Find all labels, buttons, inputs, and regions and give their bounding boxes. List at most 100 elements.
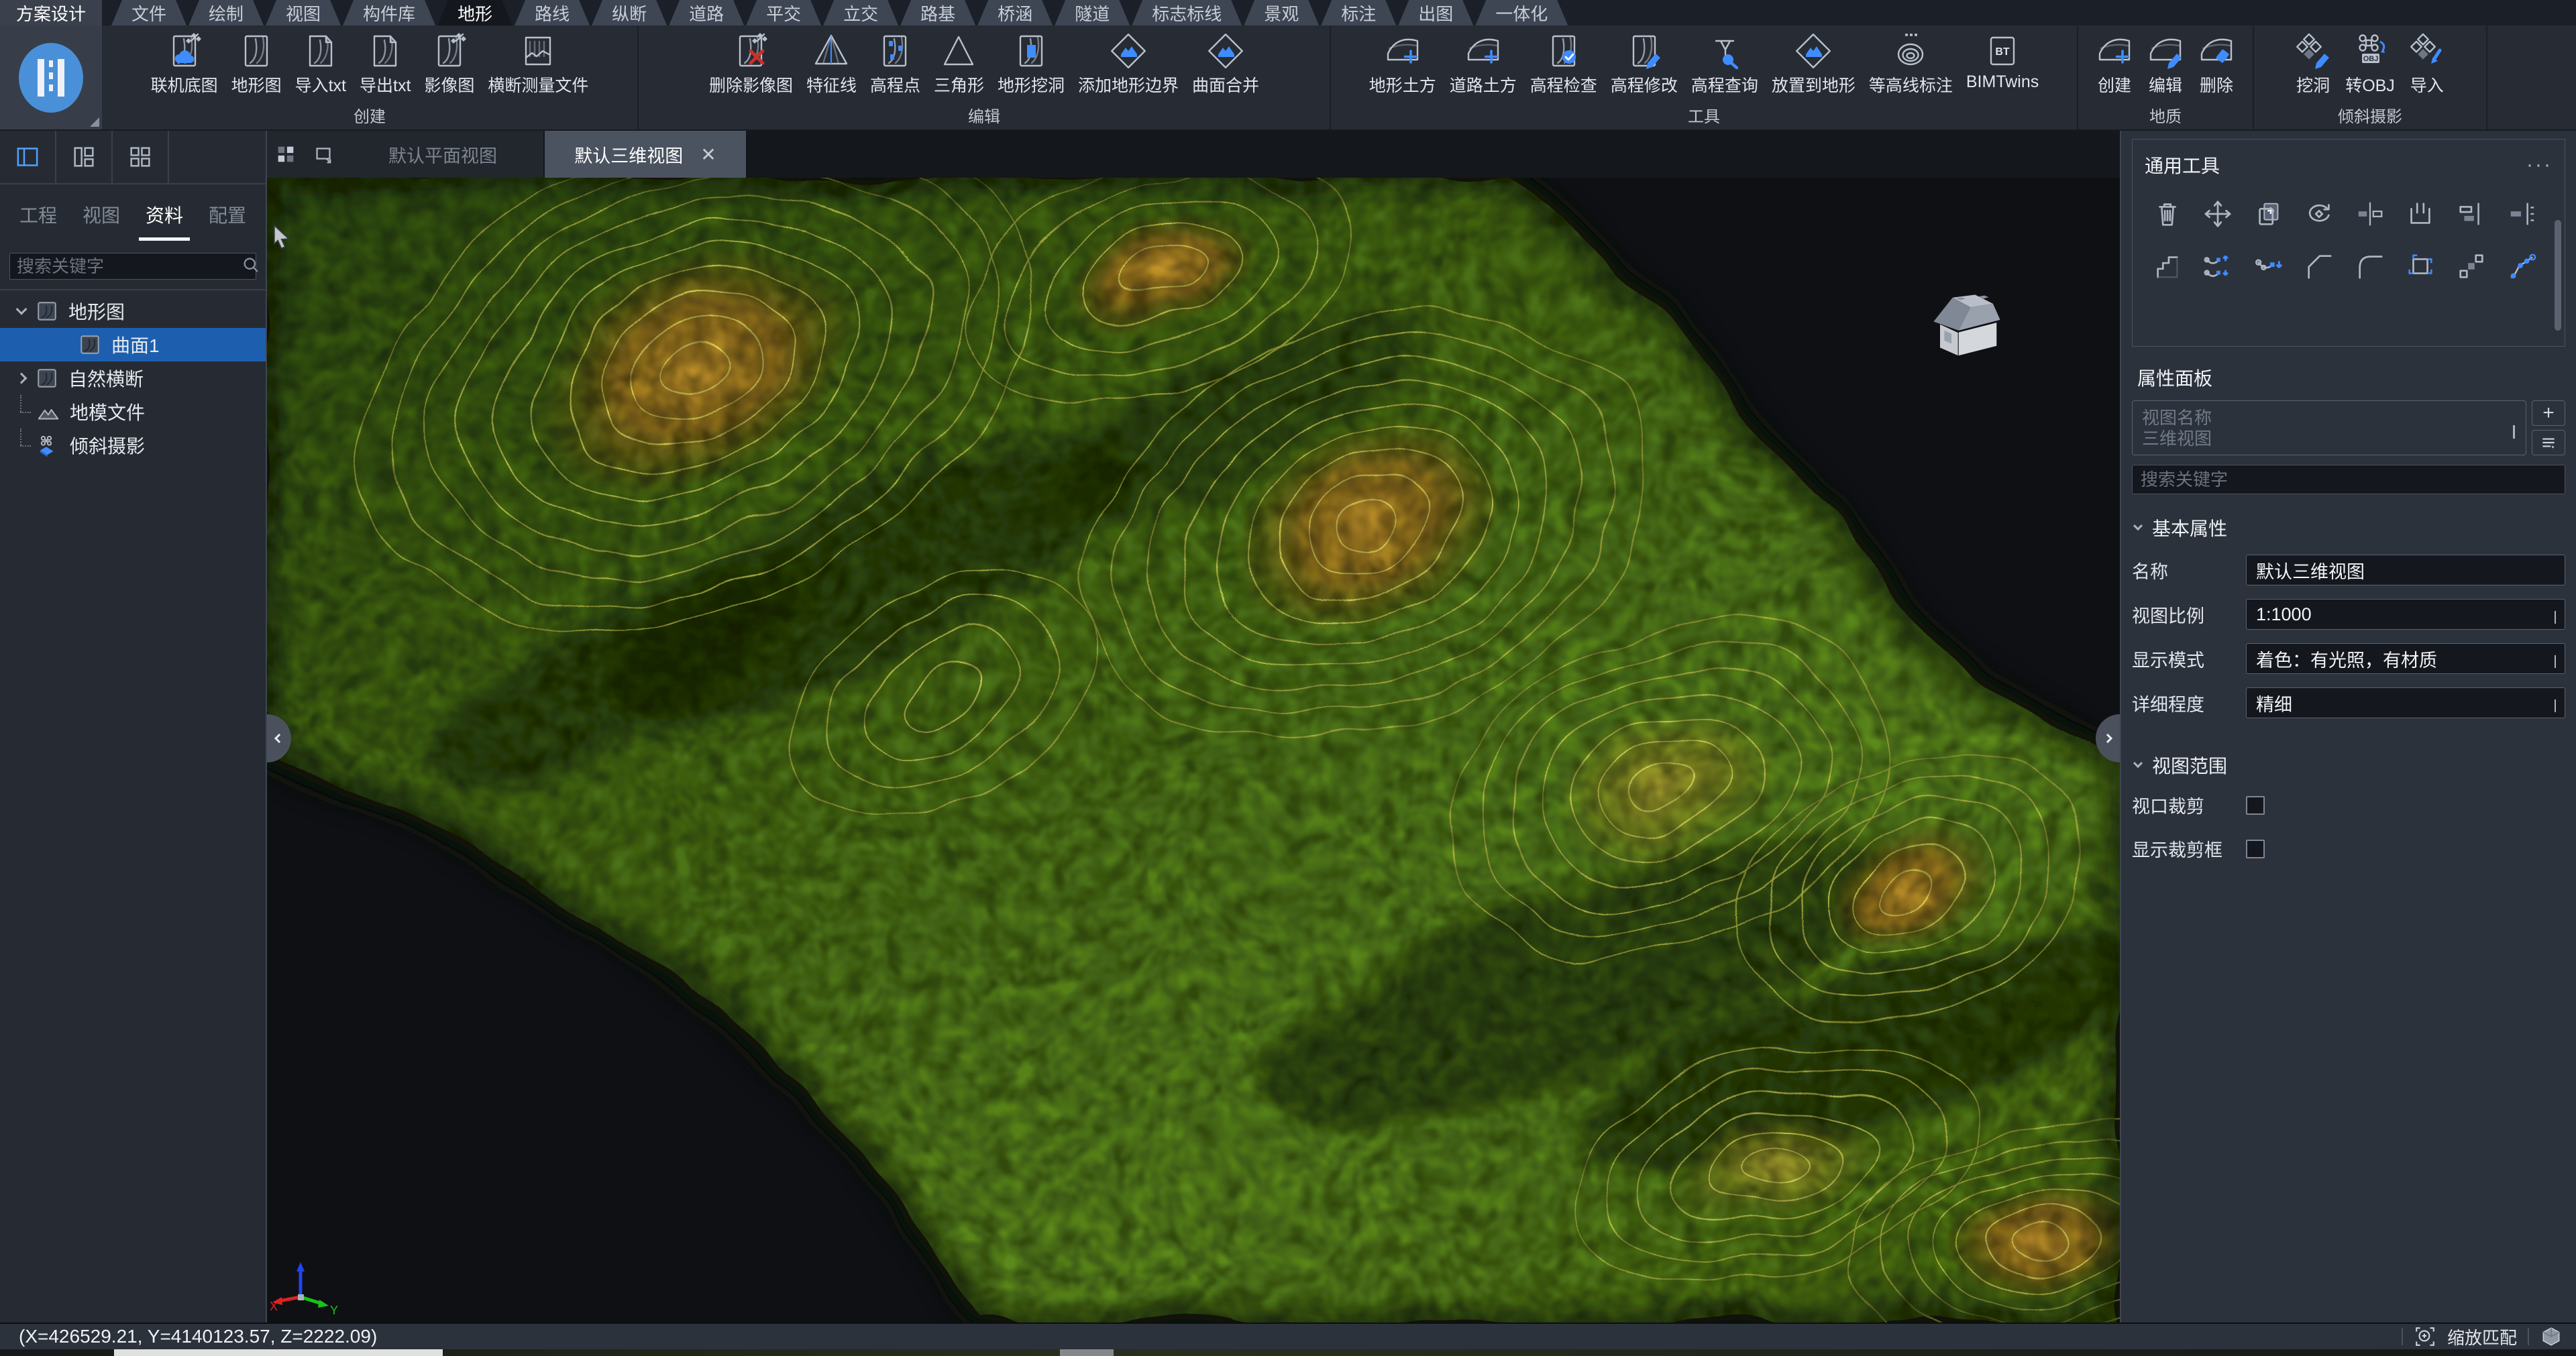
layout-button-grid[interactable] <box>113 131 169 183</box>
layout-button-panel-left[interactable] <box>0 131 56 183</box>
view-tab-默认三维视图[interactable]: 默认三维视图✕ <box>545 131 747 178</box>
app-logo-button[interactable] <box>0 25 102 129</box>
close-icon[interactable]: ✕ <box>700 144 716 166</box>
ribbon-button-特征线[interactable]: 特征线 <box>800 31 863 98</box>
ribbon-button-地形挖洞[interactable]: 地形挖洞 <box>991 31 1071 98</box>
tree-item-自然横断[interactable]: 自然横断 <box>0 361 266 395</box>
ribbon-button-联机底图[interactable]: 联机底图 <box>144 31 225 98</box>
ribbon-button-BIMTwins[interactable]: BTBIMTwins <box>1960 31 2045 93</box>
section-view-range[interactable]: 视图范围 <box>2135 752 2563 779</box>
tree-item-地模文件[interactable]: 地模文件 <box>0 395 266 429</box>
menu-item-桥涵[interactable]: 桥涵 <box>977 0 1053 25</box>
tool-button-trash[interactable] <box>2142 193 2193 235</box>
ribbon-button-删除[interactable]: 删除 <box>2191 31 2242 98</box>
menu-item-出图[interactable]: 出图 <box>1398 0 1473 25</box>
sidebar-tab-配置[interactable]: 配置 <box>196 184 259 245</box>
tools-scrollbar[interactable] <box>2555 220 2561 331</box>
ribbon-button-编辑[interactable]: 编辑 <box>2140 31 2191 98</box>
checkbox-视口裁剪[interactable] <box>2246 796 2265 815</box>
checkbox-显示裁剪框[interactable] <box>2246 840 2265 858</box>
expander-down-icon[interactable] <box>11 307 32 315</box>
select-input-视图比例[interactable] <box>2246 599 2565 630</box>
tool-button-trim[interactable] <box>2396 193 2447 235</box>
tool-button-spline[interactable] <box>2497 245 2548 287</box>
tool-button-align-right[interactable] <box>2446 193 2497 235</box>
sidebar-tab-资料[interactable]: 资料 <box>133 184 196 245</box>
ribbon-button-高程查询[interactable]: 高程查询 <box>1684 31 1765 98</box>
ribbon-button-导入txt[interactable]: 导入txt <box>288 31 353 98</box>
menu-item-文件[interactable]: 文件 <box>111 0 186 25</box>
menu-item-一体化[interactable]: 一体化 <box>1475 0 1568 25</box>
expander-right-icon[interactable] <box>11 374 32 382</box>
ribbon-button-地形土方[interactable]: 地形土方 <box>1362 31 1443 98</box>
add-view-button[interactable]: + <box>2532 400 2565 426</box>
viewport-toolbar-cascade-button[interactable] <box>267 131 305 178</box>
tool-button-distribute[interactable] <box>2497 193 2548 235</box>
viewport-toolbar-restore-window-button[interactable] <box>305 131 342 178</box>
cube-view-icon[interactable] <box>2540 1325 2563 1348</box>
tool-button-rotate[interactable] <box>2294 193 2345 235</box>
ribbon-button-三角形[interactable]: 三角形 <box>927 31 991 98</box>
ribbon-button-地形图[interactable]: 地形图 <box>225 31 288 98</box>
sidebar-search-input[interactable] <box>17 256 241 277</box>
tool-button-mirror[interactable] <box>2345 193 2396 235</box>
ribbon-button-挖洞[interactable]: 挖洞 <box>2288 31 2339 98</box>
properties-search-input[interactable] <box>2141 469 2557 490</box>
tool-button-copy[interactable] <box>2243 193 2294 235</box>
tree-item-倾斜摄影[interactable]: 倾斜摄影 <box>0 429 266 462</box>
tool-button-nodes-lower[interactable] <box>2243 245 2294 287</box>
tree-item-曲面1[interactable]: 曲面1 <box>0 328 266 361</box>
zoom-fit-icon[interactable] <box>2414 1325 2436 1348</box>
viewport-3d-canvas[interactable]: X Y <box>267 178 2120 1322</box>
menu-item-标注[interactable]: 标注 <box>1321 0 1396 25</box>
ribbon-button-转OBJ[interactable]: OBJ转OBJ <box>2339 31 2402 98</box>
select-input-显示模式[interactable] <box>2246 643 2565 674</box>
menu-item-路基[interactable]: 路基 <box>900 0 975 25</box>
tool-button-fillet[interactable] <box>2345 245 2396 287</box>
zoom-fit-label[interactable]: 缩放匹配 <box>2447 1324 2517 1349</box>
ribbon-button-创建[interactable]: 创建 <box>2089 31 2140 98</box>
tool-button-offset[interactable] <box>2142 245 2193 287</box>
ribbon-button-高程点[interactable]: 高程点 <box>863 31 927 98</box>
ribbon-button-曲面合并[interactable]: 曲面合并 <box>1185 31 1266 98</box>
ribbon-button-影像图[interactable]: 影像图 <box>417 31 481 98</box>
ribbon-button-高程检查[interactable]: 高程检查 <box>1523 31 1604 98</box>
sidebar-tab-视图[interactable]: 视图 <box>70 184 133 245</box>
menu-item-地形[interactable]: 地形 <box>437 0 513 25</box>
menu-item-构件库[interactable]: 构件库 <box>343 0 435 25</box>
menu-item-绘制[interactable]: 绘制 <box>189 0 264 25</box>
ribbon-button-添加地形边界[interactable]: 添加地形边界 <box>1071 31 1185 98</box>
select-input-详细程度[interactable] <box>2246 687 2565 718</box>
tool-button-nodes-raise[interactable] <box>2193 245 2244 287</box>
more-menu-icon[interactable]: ··· <box>2526 154 2553 176</box>
view-name-combo[interactable]: 视图名称 三维视图 <box>2132 400 2526 455</box>
view-list-button[interactable] <box>2532 430 2565 455</box>
menu-item-景观[interactable]: 景观 <box>1244 0 1319 25</box>
brand-tab[interactable]: 方案设计 <box>0 0 102 25</box>
menu-item-纵断[interactable]: 纵断 <box>592 0 667 25</box>
home-view-house-widget[interactable] <box>1919 268 2026 386</box>
ribbon-button-道路土方[interactable]: 道路土方 <box>1443 31 1523 98</box>
layout-button-panel-columns[interactable] <box>56 131 113 183</box>
sidebar-tab-工程[interactable]: 工程 <box>7 184 70 245</box>
menu-item-立交[interactable]: 立交 <box>823 0 898 25</box>
horizontal-scrollbar-thumb[interactable] <box>114 1349 443 1356</box>
menu-item-道路[interactable]: 道路 <box>669 0 744 25</box>
tool-button-scale-box[interactable] <box>2396 245 2447 287</box>
ribbon-button-放置到地形[interactable]: 放置到地形 <box>1765 31 1862 98</box>
menu-item-平交[interactable]: 平交 <box>746 0 821 25</box>
tool-button-chamfer[interactable] <box>2294 245 2345 287</box>
ribbon-button-等高线标注[interactable]: 等高线标注 <box>1862 31 1960 98</box>
view-tab-默认平面视图[interactable]: 默认平面视图 <box>342 131 545 178</box>
tool-button-step-array[interactable] <box>2446 245 2497 287</box>
ribbon-button-横断测量文件[interactable]: 横断测量文件 <box>481 31 595 98</box>
menu-item-路线[interactable]: 路线 <box>515 0 590 25</box>
text-input-名称[interactable] <box>2246 555 2565 585</box>
section-basic-properties[interactable]: 基本属性 <box>2135 514 2563 541</box>
ribbon-button-导入[interactable]: 导入 <box>2402 31 2453 98</box>
menu-item-视图[interactable]: 视图 <box>266 0 341 25</box>
horizontal-scrollbar-segment[interactable] <box>1060 1349 1114 1356</box>
ribbon-button-删除影像图[interactable]: 删除影像图 <box>702 31 800 98</box>
menu-item-标志标线[interactable]: 标志标线 <box>1132 0 1242 25</box>
tree-item-地形图[interactable]: 地形图 <box>0 294 266 328</box>
